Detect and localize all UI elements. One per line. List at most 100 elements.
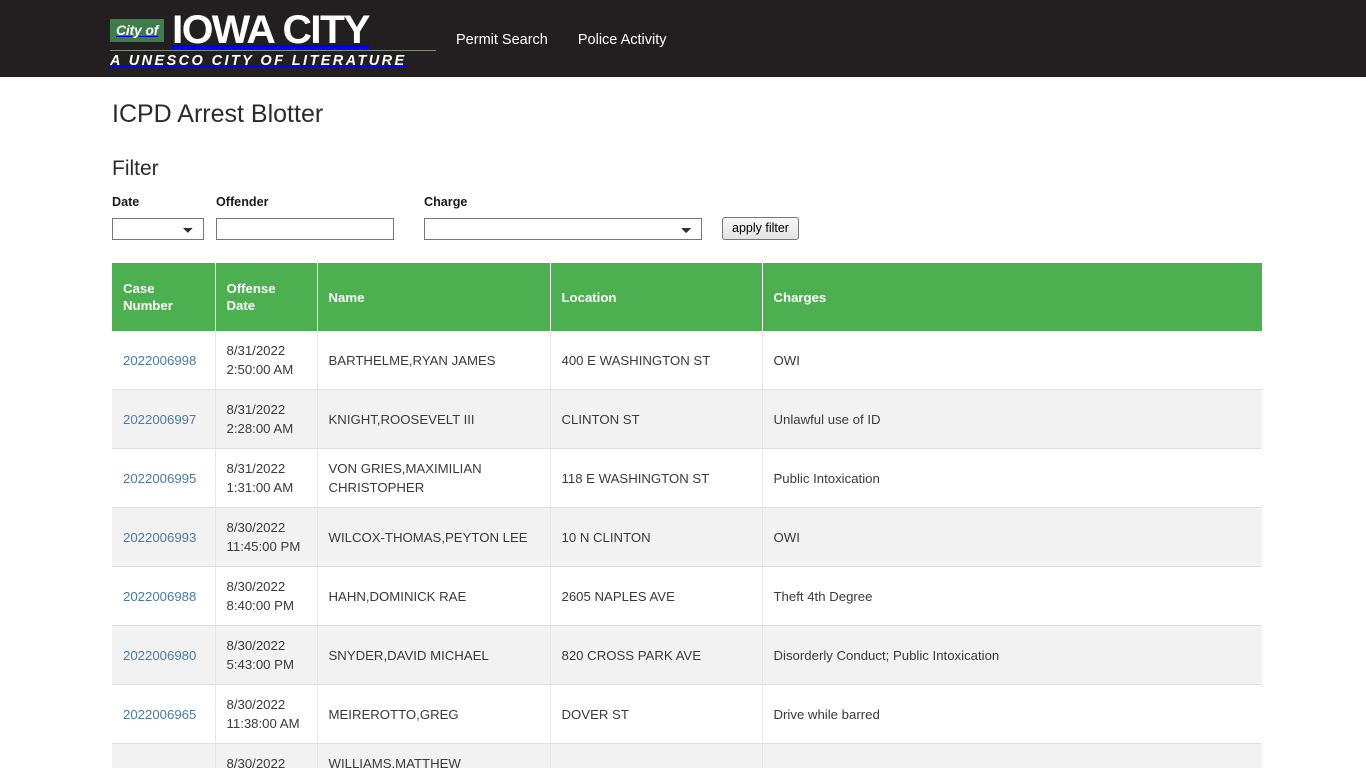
cell-offense-date: 8/30/2022 5:43:00 PM [215, 625, 318, 685]
table-row: 2022006997 8/31/2022 2:28:00 AM KNIGHT,ROOS… [112, 389, 1262, 449]
site-header: City of IOWA CITY A UNESCO CITY OF LITER… [0, 0, 1366, 77]
blotter-table-container: Case Number Offense Date Name Location C… [112, 263, 1262, 768]
table-row: 2022006965 8/30/2022 11:38:00 AM MEIREROTTO… [112, 684, 1262, 744]
cell-location: 2605 NAPLES AVE [550, 566, 763, 626]
brand-tagline: A UNESCO CITY OF LITERATURE [110, 52, 407, 69]
cell-charges: Theft 4th Degree [762, 566, 1262, 626]
filter-form: Date Offender Charge apply filter [112, 195, 1366, 240]
cell-name: SNYDER,DAVID MICHAEL [317, 625, 551, 685]
cell-charges: Unlawful use of ID [762, 389, 1262, 449]
page-title: ICPD Arrest Blotter [112, 100, 324, 128]
cell-offense-date: 8/30/2022 11:38:00 AM [215, 684, 318, 744]
brand-city-of-chip: City of [110, 19, 165, 42]
filter-field-charge: Charge [424, 195, 702, 240]
cell-case-number: 2022006956 [112, 743, 216, 768]
cell-location: 118 E WASHINGTON ST [550, 448, 763, 508]
main-navigation: Permit Search Police Activity [456, 32, 667, 48]
cell-case-number: 2022006980 [112, 625, 216, 685]
table-row: 2022006995 8/31/2022 1:31:00 AM VON GRIES,M… [112, 448, 1262, 508]
cell-offense-date: 8/31/2022 2:50:00 AM [215, 331, 318, 390]
column-header-offense-date: Offense Date [215, 263, 318, 331]
nav-item-permit-search[interactable]: Permit Search [456, 32, 548, 48]
charge-select[interactable] [424, 218, 702, 240]
cell-charges: Public Intoxication [762, 448, 1262, 508]
cell-location: 10 N CLINTON [550, 507, 763, 567]
case-number-link[interactable]: 2022006993 [123, 530, 196, 545]
offense-date-day: 8/30/2022 [226, 579, 286, 594]
offense-date-time: 1:31:00 AM [226, 480, 294, 495]
nav-item-police-activity[interactable]: Police Activity [578, 32, 667, 48]
cell-offense-date: 8/30/202212:34:00 AM [215, 743, 318, 768]
offense-date-day: 8/31/2022 [226, 402, 286, 417]
offender-input[interactable] [216, 218, 394, 240]
case-number-link[interactable]: 2022006980 [123, 648, 196, 663]
column-header-charges: Charges [762, 263, 1262, 331]
cell-case-number: 2022006995 [112, 448, 216, 508]
filter-section-heading: Filter [112, 157, 159, 180]
table-row: 2022006988 8/30/2022 8:40:00 PM HAHN,DOMINI… [112, 566, 1262, 626]
table-row: 2022006993 8/30/2022 11:45:00 PM WILCOX-THO… [112, 507, 1262, 567]
case-number-link[interactable]: 2022006998 [123, 353, 196, 368]
cell-case-number: 2022006997 [112, 389, 216, 449]
offense-date-time: 8:40:00 PM [226, 598, 294, 613]
offense-date-day: 8/31/2022 [226, 343, 286, 358]
offense-date-time: 2:28:00 AM [226, 421, 294, 436]
cell-charges: Drive while barred [762, 684, 1262, 744]
arrest-blotter-table: Case Number Offense Date Name Location C… [112, 263, 1262, 768]
cell-name: HAHN,DOMINICK RAE [317, 566, 551, 626]
brand-name: IOWA CITY [172, 7, 371, 52]
offense-date-day: 8/30/2022 [226, 638, 286, 653]
cell-location: CLINTON ST [550, 389, 763, 449]
cell-location: 400 E WASHINGTON ST [550, 331, 763, 390]
cell-case-number: 2022006965 [112, 684, 216, 744]
table-head: Case Number Offense Date Name Location C… [112, 263, 1262, 331]
cell-case-number: 2022006998 [112, 331, 216, 390]
brand-top-line: City of IOWA CITY [110, 7, 436, 52]
cell-name: WILCOX-THOMAS,PEYTON LEE [317, 507, 551, 567]
cell-location: DOVER ST [550, 684, 763, 744]
cell-name: VON GRIES,MAXIMILIAN CHRISTOPHER [317, 448, 551, 508]
case-number-link[interactable]: 2022006988 [123, 589, 196, 604]
case-number-link[interactable]: 2022006997 [123, 412, 196, 427]
filter-field-offender: Offender [216, 195, 394, 240]
table-row: 2022006980 8/30/2022 5:43:00 PM SNYDER,DAVI… [112, 625, 1262, 685]
site-logo[interactable]: City of IOWA CITY A UNESCO CITY OF LITER… [110, 7, 436, 69]
case-number-link[interactable]: 2022006965 [123, 707, 196, 722]
date-select[interactable] [112, 218, 204, 240]
column-header-location: Location [550, 263, 763, 331]
filter-label-date: Date [112, 195, 140, 209]
cell-location: 820 CROSS PARK AVE [550, 625, 763, 685]
offense-date-day: 8/30/2022 [226, 756, 286, 768]
cell-name: WILLIAMS,MATTHEW ANDERSON [317, 743, 551, 768]
cell-charges: OWI [762, 507, 1262, 567]
cell-offense-date: 8/31/2022 1:31:00 AM [215, 448, 318, 508]
cell-offense-date: 8/30/2022 8:40:00 PM [215, 566, 318, 626]
offense-date-day: 8/31/2022 [226, 461, 286, 476]
offense-date-time: 5:43:00 PM [226, 657, 294, 672]
table-body: 2022006998 8/31/2022 2:50:00 AM BARTHELME,R… [112, 331, 1262, 768]
cell-charges: OWI [762, 331, 1262, 390]
offense-date-time: 11:45:00 PM [226, 539, 301, 554]
cell-charges: Disorderly Conduct; Public Intoxication [762, 625, 1262, 685]
cell-offense-date: 8/30/2022 11:45:00 PM [215, 507, 318, 567]
cell-name: BARTHELME,RYAN JAMES [317, 331, 551, 390]
cell-offense-date: 8/31/2022 2:28:00 AM [215, 389, 318, 449]
apply-filter-button[interactable]: apply filter [722, 217, 799, 240]
offense-date-time: 11:38:00 AM [226, 716, 300, 731]
cell-charges: Drive while barred; Drive while license … [762, 743, 1262, 768]
filter-field-date: Date [112, 195, 204, 240]
table-row: 20220069568/30/202212:34:00 AMWILLIAMS,M… [112, 743, 1262, 768]
cell-location: HWY 6/KEOKUK ST [550, 743, 763, 768]
table-header-row: Case Number Offense Date Name Location C… [112, 263, 1262, 331]
cell-case-number: 2022006988 [112, 566, 216, 626]
cell-name: KNIGHT,ROOSEVELT III [317, 389, 551, 449]
cell-case-number: 2022006993 [112, 507, 216, 567]
case-number-link[interactable]: 2022006995 [123, 471, 196, 486]
filter-label-charge: Charge [424, 195, 468, 209]
cell-name: MEIREROTTO,GREG [317, 684, 551, 744]
table-row: 2022006998 8/31/2022 2:50:00 AM BARTHELME,R… [112, 331, 1262, 390]
offense-date-day: 8/30/2022 [226, 520, 286, 535]
column-header-name: Name [317, 263, 551, 331]
offense-date-time: 2:50:00 AM [226, 362, 294, 377]
filter-label-offender: Offender [216, 195, 269, 209]
